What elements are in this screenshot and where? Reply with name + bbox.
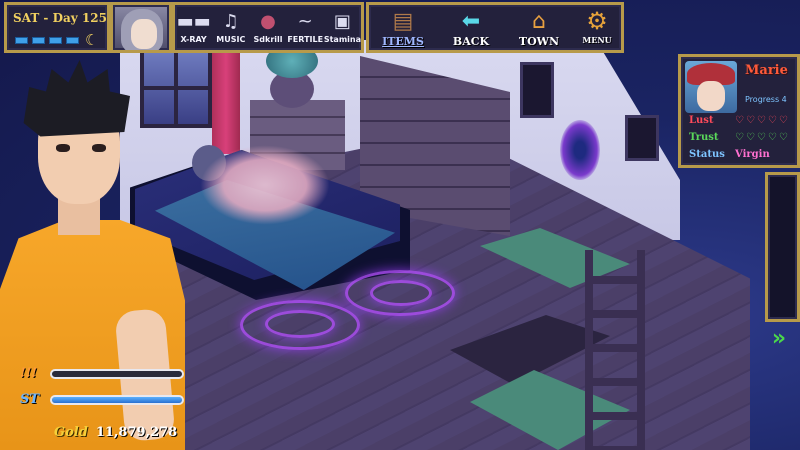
player-lust-bar: !!! <box>20 366 184 381</box>
lust-stat: Lust ♡♡♡♡♡ <box>689 115 790 126</box>
next-arrow-button[interactable]: » <box>764 326 794 352</box>
backpack-icon: ▤ <box>392 8 414 34</box>
gear-icon: ⚙ <box>586 7 608 35</box>
menu-button[interactable]: ⚙ MENU <box>577 7 617 45</box>
sunglasses-icon: ▬▬ <box>176 10 211 32</box>
wall-frame <box>520 62 554 118</box>
purple-magic-ring <box>265 310 335 338</box>
stamina-bar-label: ST <box>20 392 40 407</box>
lust-bar-track <box>50 368 184 379</box>
music-note-icon: ♫ <box>222 10 239 32</box>
npc-progress: Progress 4 <box>745 95 787 104</box>
status-stat: Status Virgin <box>689 149 770 160</box>
status-value: Virgin <box>735 149 770 160</box>
skill-label: X-RAY <box>180 35 207 44</box>
npc-face <box>697 81 725 111</box>
gold-value: 11,879,278 <box>95 425 178 440</box>
town-label: TOWN <box>518 35 560 48</box>
back-button[interactable]: ⬅ BACK <box>441 7 501 49</box>
fertile-swirl-icon: ~ <box>297 10 313 32</box>
gold-label: Gold <box>54 425 88 440</box>
trust-label: Trust <box>689 132 719 143</box>
skill-xray-button[interactable]: ▬▬ X-RAY <box>175 8 212 45</box>
energy-segment <box>32 37 45 44</box>
trust-stat: Trust ♡♡♡♡♡ <box>689 132 790 143</box>
date-panel: SAT - Day 125 ☾ <box>4 2 110 53</box>
energy-segment <box>15 37 28 44</box>
back-arrow-icon: ⬅ <box>461 8 481 34</box>
skill-seduction-button[interactable]: ● Sdkrill <box>249 8 286 45</box>
map-pin-icon: ⌂ <box>532 8 546 34</box>
player-eye <box>92 144 106 152</box>
lust-hearts-icon: ♡♡♡♡♡ <box>735 115 790 126</box>
energy-meter: ☾ <box>15 33 98 48</box>
crescent-moon-icon: ☾ <box>85 31 99 49</box>
skill-label: Sdkrill <box>253 35 283 44</box>
wall-portal[interactable] <box>560 120 600 180</box>
stamina-bar-track <box>50 394 184 405</box>
navigation-bar: ▤ ITEMS ⬅ BACK ⌂ TOWN ⚙ MENU <box>366 2 624 53</box>
npc-name: Marie <box>745 63 788 78</box>
npc-portrait <box>685 61 737 113</box>
skill-label: MUSIC <box>216 35 246 44</box>
town-button[interactable]: ⌂ TOWN <box>509 7 569 49</box>
ladder[interactable] <box>585 250 645 450</box>
back-label: BACK <box>452 35 490 48</box>
skill-music-button[interactable]: ♫ MUSIC <box>212 8 249 45</box>
skill-fertile-button[interactable]: ~ FERTILE <box>287 8 324 45</box>
stamina-icon: ▣ <box>333 10 351 32</box>
player-stamina-bar: ST <box>20 392 184 407</box>
gold-display: Gold 11,879,278 <box>54 425 177 440</box>
skills-bar: ▬▬ X-RAY ♫ MUSIC ● Sdkrill ~ FERTILE ▣ S… <box>172 2 364 53</box>
skill-stamina-button[interactable]: ▣ Stamina <box>323 8 361 45</box>
npc-sleeping-on-bed[interactable] <box>200 145 330 225</box>
side-info-panel <box>765 172 800 322</box>
red-curtain <box>212 44 240 154</box>
skill-label: FERTILE <box>287 35 324 44</box>
trust-hearts-icon: ♡♡♡♡♡ <box>735 132 790 143</box>
status-label: Status <box>689 149 725 160</box>
items-button[interactable]: ▤ ITEMS <box>373 7 433 49</box>
stamina-bar-fill <box>52 396 182 403</box>
energy-segment <box>66 37 79 44</box>
npc-portrait-button[interactable] <box>110 2 172 53</box>
seduction-orb-icon: ● <box>260 10 276 32</box>
portrait-face <box>131 19 157 49</box>
npc-status-panel: Marie Progress 4 Lust ♡♡♡♡♡ Trust ♡♡♡♡♡ … <box>678 54 800 168</box>
player-eye <box>56 144 70 152</box>
date-label: SAT - Day 125 <box>13 11 107 25</box>
lust-label: Lust <box>689 115 714 126</box>
items-label: ITEMS <box>382 35 424 48</box>
energy-segment <box>49 37 62 44</box>
menu-label: MENU <box>582 35 612 45</box>
wall-frame <box>625 115 659 161</box>
lust-bar-label: !!! <box>20 366 38 381</box>
purple-magic-ring <box>370 280 432 306</box>
skill-label: Stamina <box>323 35 361 44</box>
